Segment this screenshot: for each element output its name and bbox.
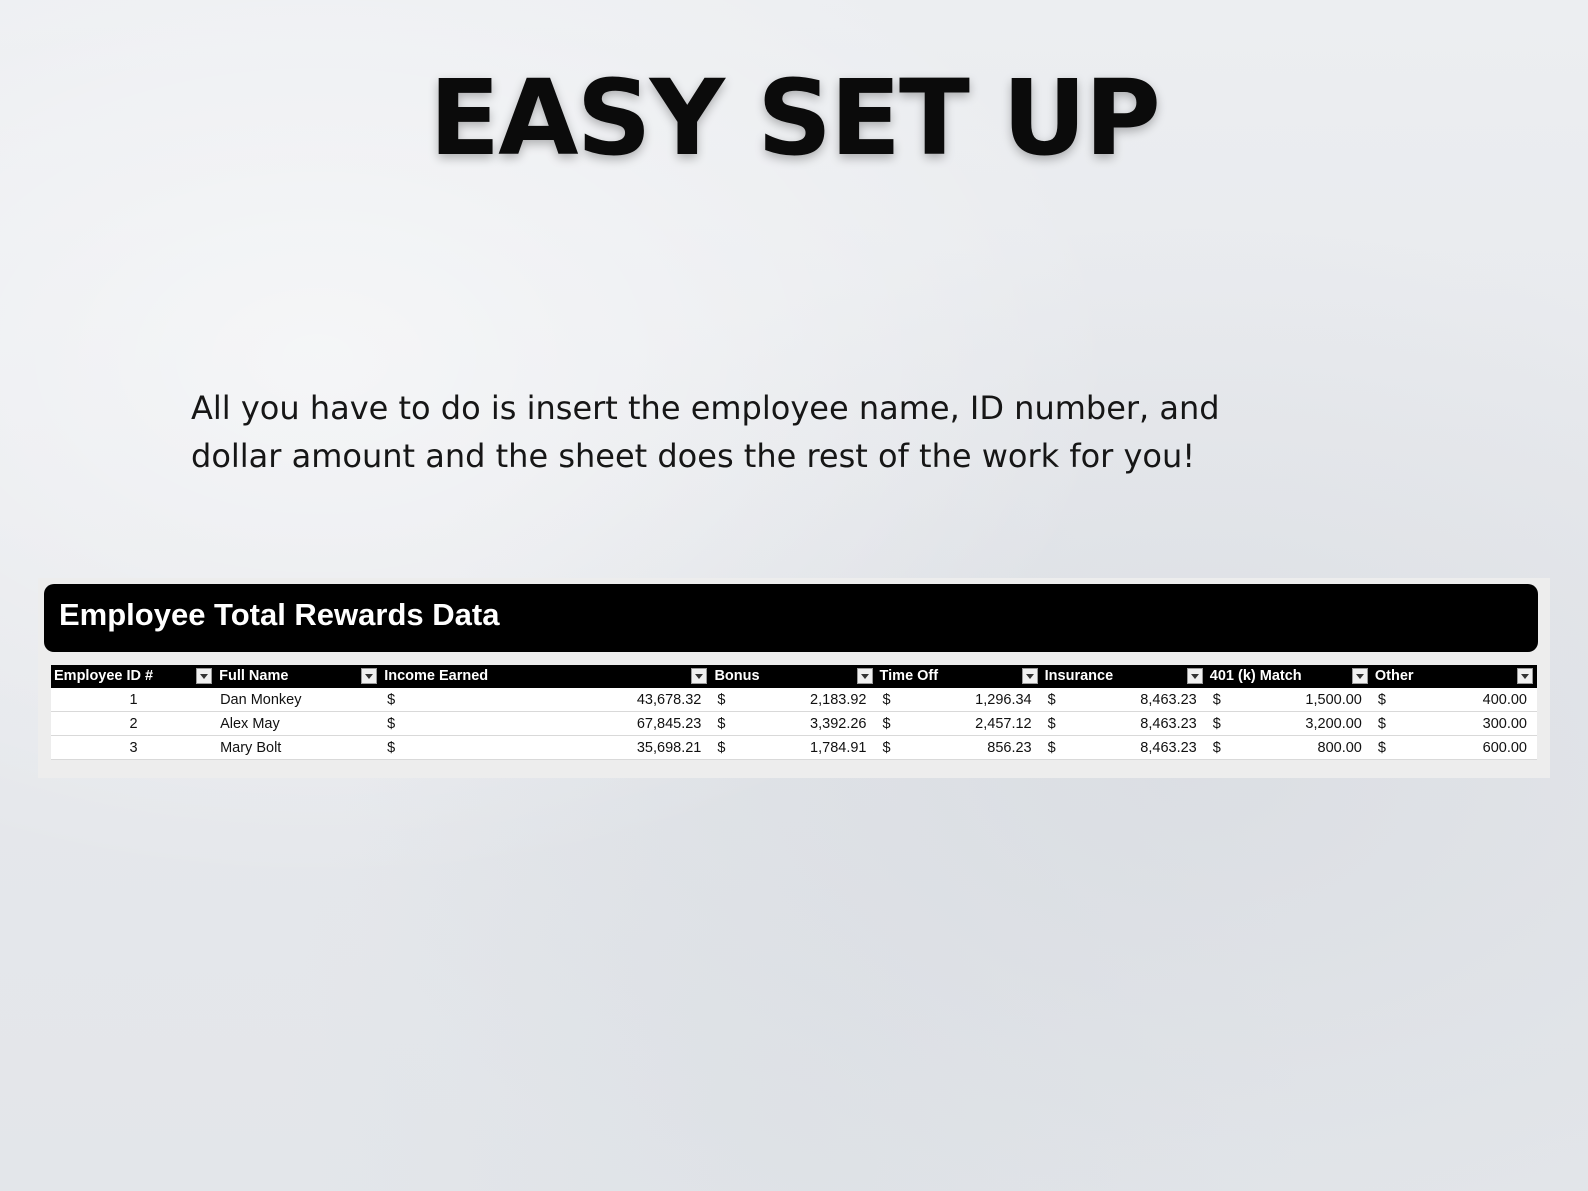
insurance-cell[interactable]: $ 8,463.23 [1042, 689, 1207, 711]
filter-dropdown-icon[interactable] [1516, 668, 1533, 684]
column-header-label: 401 (k) Match [1209, 668, 1302, 684]
currency-symbol: $ [1047, 739, 1056, 756]
spreadsheet-screenshot: Employee Total Rewards Data Employee ID … [38, 578, 1550, 778]
time-off-cell[interactable]: $ 2,457.12 [877, 713, 1042, 735]
column-header-label: Income Earned [384, 668, 489, 684]
amount: 1,500.00 [1305, 691, 1362, 708]
rewards-table: Employee ID # Full Name Income Earned Bo… [51, 665, 1537, 760]
currency-symbol: $ [882, 715, 891, 732]
full-name-cell[interactable]: Dan Monkey [216, 689, 381, 711]
table-row: 1 Dan Monkey $ 43,678.32 $ 2,183.92 $ 1,… [51, 688, 1537, 712]
column-header-full-name: Full Name [216, 665, 381, 688]
table-row: 3 Mary Bolt $ 35,698.21 $ 1,784.91 $ 856… [51, 736, 1537, 760]
other-cell[interactable]: $ 600.00 [1372, 737, 1537, 759]
column-header-bonus: Bonus [711, 665, 876, 688]
sheet-title-banner: Employee Total Rewards Data [44, 584, 1538, 652]
column-header-time-off: Time Off [877, 665, 1042, 688]
amount: 3,200.00 [1305, 715, 1362, 732]
amount: 1,784.91 [810, 739, 867, 756]
401k-match-cell[interactable]: $ 3,200.00 [1207, 713, 1372, 735]
currency-symbol: $ [717, 739, 726, 756]
currency-symbol: $ [1377, 691, 1386, 708]
amount: 8,463.23 [1140, 715, 1197, 732]
currency-symbol: $ [882, 739, 891, 756]
filter-dropdown-icon[interactable] [1351, 668, 1368, 684]
currency-symbol: $ [1047, 715, 1056, 732]
401k-match-cell[interactable]: $ 800.00 [1207, 737, 1372, 759]
amount: 1,296.34 [975, 691, 1032, 708]
column-header-other: Other [1372, 665, 1537, 688]
sheet-title: Employee Total Rewards Data [59, 597, 500, 632]
column-header-label: Full Name [219, 668, 289, 684]
amount: 2,457.12 [975, 715, 1032, 732]
amount: 600.00 [1482, 739, 1527, 756]
table-header-row: Employee ID # Full Name Income Earned Bo… [51, 665, 1537, 688]
currency-symbol: $ [717, 691, 726, 708]
amount: 800.00 [1317, 739, 1362, 756]
column-header-label: Time Off [879, 668, 939, 684]
income-earned-cell[interactable]: $ 43,678.32 [381, 689, 711, 711]
column-header-label: Bonus [714, 668, 760, 684]
filter-dropdown-icon[interactable] [196, 668, 213, 684]
other-cell[interactable]: $ 400.00 [1372, 689, 1537, 711]
amount: 400.00 [1482, 691, 1527, 708]
currency-symbol: $ [1212, 739, 1221, 756]
employee-id-cell[interactable]: 1 [51, 689, 216, 711]
currency-symbol: $ [1212, 715, 1221, 732]
filter-dropdown-icon[interactable] [1021, 668, 1038, 684]
amount: 67,845.23 [636, 715, 702, 732]
column-header-label: Other [1374, 668, 1414, 684]
amount: 8,463.23 [1140, 739, 1197, 756]
currency-symbol: $ [1047, 691, 1056, 708]
column-header-401k-match: 401 (k) Match [1207, 665, 1372, 688]
filter-dropdown-icon[interactable] [856, 668, 873, 684]
currency-symbol: $ [1377, 739, 1386, 756]
employee-id-cell[interactable]: 3 [51, 737, 216, 759]
column-header-employee-id: Employee ID # [51, 665, 216, 688]
full-name-cell[interactable]: Alex May [216, 713, 381, 735]
amount: 300.00 [1482, 715, 1527, 732]
full-name-cell[interactable]: Mary Bolt [216, 737, 381, 759]
insurance-cell[interactable]: $ 8,463.23 [1042, 737, 1207, 759]
amount: 856.23 [987, 739, 1032, 756]
income-earned-cell[interactable]: $ 35,698.21 [381, 737, 711, 759]
filter-dropdown-icon[interactable] [691, 668, 708, 684]
currency-symbol: $ [882, 691, 891, 708]
column-header-income-earned: Income Earned [381, 665, 711, 688]
amount: 35,698.21 [636, 739, 702, 756]
currency-symbol: $ [387, 691, 396, 708]
currency-symbol: $ [717, 715, 726, 732]
amount: 8,463.23 [1140, 691, 1197, 708]
table-row: 2 Alex May $ 67,845.23 $ 3,392.26 $ 2,45… [51, 712, 1537, 736]
amount: 43,678.32 [636, 691, 702, 708]
time-off-cell[interactable]: $ 1,296.34 [877, 689, 1042, 711]
filter-dropdown-icon[interactable] [1186, 668, 1203, 684]
bonus-cell[interactable]: $ 2,183.92 [711, 689, 876, 711]
headline: EASY SET UP [429, 57, 1161, 179]
income-earned-cell[interactable]: $ 67,845.23 [381, 713, 711, 735]
employee-id-cell[interactable]: 2 [51, 713, 216, 735]
bonus-cell[interactable]: $ 1,784.91 [711, 737, 876, 759]
currency-symbol: $ [387, 715, 396, 732]
currency-symbol: $ [1212, 691, 1221, 708]
column-header-label: Insurance [1044, 668, 1114, 684]
amount: 3,392.26 [810, 715, 867, 732]
other-cell[interactable]: $ 300.00 [1372, 713, 1537, 735]
description-text: All you have to do is insert the employe… [191, 389, 1220, 475]
filter-dropdown-icon[interactable] [361, 668, 378, 684]
amount: 2,183.92 [810, 691, 867, 708]
bonus-cell[interactable]: $ 3,392.26 [711, 713, 876, 735]
column-header-label: Employee ID # [54, 668, 154, 684]
currency-symbol: $ [1377, 715, 1386, 732]
time-off-cell[interactable]: $ 856.23 [877, 737, 1042, 759]
currency-symbol: $ [387, 739, 396, 756]
insurance-cell[interactable]: $ 8,463.23 [1042, 713, 1207, 735]
column-header-insurance: Insurance [1042, 665, 1207, 688]
401k-match-cell[interactable]: $ 1,500.00 [1207, 689, 1372, 711]
